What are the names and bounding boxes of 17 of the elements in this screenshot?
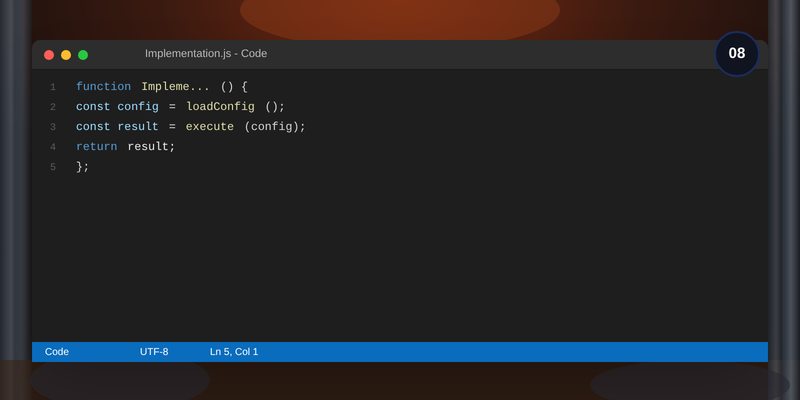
minimize-icon[interactable] xyxy=(61,50,71,60)
status-item: Ln 5, Col 1 xyxy=(210,346,258,358)
code-line: const result = execute (config); xyxy=(76,120,306,136)
line-number: 4 xyxy=(49,142,58,156)
status-item: Code xyxy=(45,346,69,358)
close-icon[interactable] xyxy=(44,50,54,60)
window-title: Implementation.js - Code xyxy=(145,47,268,62)
line-number: 2 xyxy=(49,102,58,116)
line-number: 1 xyxy=(49,82,58,96)
code-line: return result; xyxy=(76,140,176,156)
line-number: 5 xyxy=(49,162,58,176)
status-item: UTF-8 xyxy=(140,346,168,358)
maximize-icon[interactable] xyxy=(78,50,88,60)
code-line: function Impleme... () { xyxy=(76,80,248,96)
code-line: const config = loadConfig (); xyxy=(76,100,286,116)
code-line: }; xyxy=(76,160,90,176)
line-number: 3 xyxy=(49,122,58,136)
